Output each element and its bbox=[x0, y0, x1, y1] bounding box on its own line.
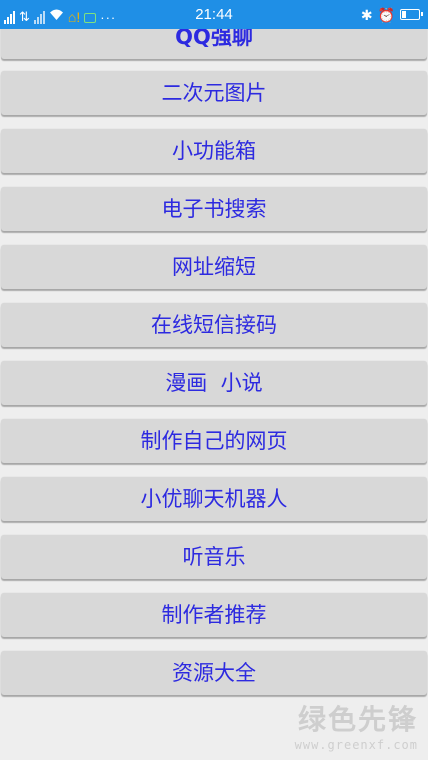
url-shortener-button[interactable]: 网址缩短 bbox=[1, 245, 427, 289]
alarm-icon: ⏰ bbox=[377, 6, 395, 23]
signal-2-icon bbox=[33, 10, 45, 24]
author-recommend-button[interactable]: 制作者推荐 bbox=[1, 593, 427, 637]
chatbot-button[interactable]: 小优聊天机器人 bbox=[1, 477, 427, 521]
ebook-search-button[interactable]: 电子书搜索 bbox=[1, 187, 427, 231]
anime-images-button[interactable]: 二次元图片 bbox=[1, 71, 427, 115]
status-left: ⇅ ⌂! ··· bbox=[0, 6, 116, 24]
more-notifications-icon: ··· bbox=[100, 9, 117, 25]
music-button[interactable]: 听音乐 bbox=[1, 535, 427, 579]
status-bar: ⇅ ⌂! ··· 21:44 ✱ ⏰ bbox=[0, 0, 428, 29]
wifi-icon bbox=[49, 8, 64, 24]
make-webpage-button[interactable]: 制作自己的网页 bbox=[1, 419, 427, 463]
home-alert-icon: ⌂! bbox=[67, 8, 81, 25]
resources-button[interactable]: 资源大全 bbox=[1, 651, 427, 695]
battery-icon bbox=[400, 9, 423, 20]
tool-box-button[interactable]: 小功能箱 bbox=[1, 129, 427, 173]
watermark: 绿色先锋 www.greenxf.com bbox=[295, 698, 418, 752]
watermark-logo-text: 绿色先锋 bbox=[297, 703, 418, 736]
data-arrows-icon: ⇅ bbox=[19, 8, 30, 24]
bluetooth-icon: ✱ bbox=[360, 6, 373, 23]
comics-novels-button[interactable]: 漫画 小说 bbox=[1, 361, 427, 405]
sms-code-button[interactable]: 在线短信接码 bbox=[1, 303, 427, 347]
battery-level bbox=[402, 11, 406, 18]
status-right: ✱ ⏰ bbox=[361, 8, 428, 22]
signal-icon bbox=[4, 10, 15, 24]
message-icon bbox=[84, 12, 97, 23]
watermark-url: www.greenxf.com bbox=[294, 738, 418, 752]
